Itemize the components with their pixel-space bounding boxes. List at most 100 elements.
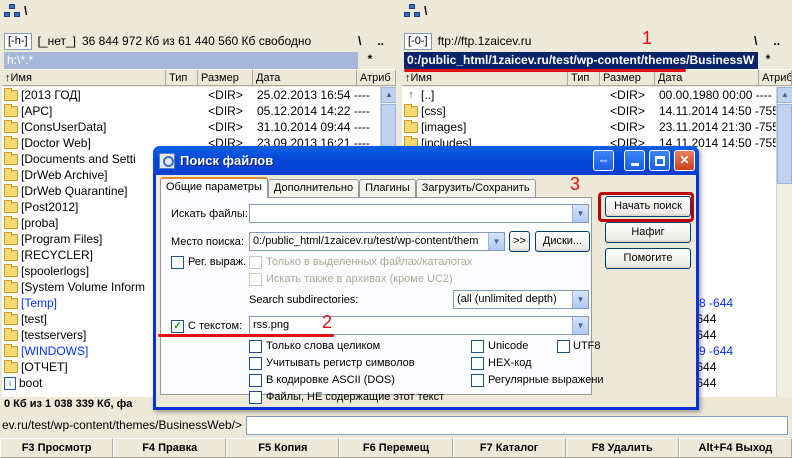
folder-icon bbox=[4, 88, 18, 101]
left-filter-star[interactable]: * bbox=[362, 52, 378, 66]
archives-checkbox[interactable] bbox=[249, 273, 262, 286]
help-button[interactable]: Помогите bbox=[605, 248, 691, 269]
right-col-size[interactable]: Размер bbox=[600, 70, 655, 85]
with-text-input[interactable]: rss.png ▼ bbox=[249, 316, 589, 335]
ascii-checkbox[interactable] bbox=[249, 374, 262, 387]
folder-icon bbox=[4, 344, 18, 357]
file-row[interactable]: [images] <DIR> 23.11.2014 21:30 -755 bbox=[402, 119, 776, 135]
file-name-cell: [WINDOWS] bbox=[2, 344, 166, 358]
unicode-checkbox[interactable] bbox=[471, 340, 484, 353]
file-name-cell: [testservers] bbox=[2, 328, 166, 342]
left-col-attr[interactable]: Атриб bbox=[357, 70, 396, 85]
altf4-exit-button[interactable]: Alt+F4 Выход bbox=[678, 438, 792, 458]
file-name-text: [ConsUserData] bbox=[21, 120, 107, 134]
right-col-date[interactable]: Дата bbox=[655, 70, 759, 85]
search-files-label: Искать файлы: bbox=[171, 208, 248, 220]
file-name-text: [Post2012] bbox=[21, 200, 79, 214]
left-col-type[interactable]: Тип bbox=[166, 70, 198, 85]
scroll-up-icon[interactable]: ▲ bbox=[777, 87, 792, 103]
selected-only-checkbox[interactable] bbox=[249, 256, 262, 269]
search-in-label: Место поиска: bbox=[171, 236, 244, 248]
utf8-label: UTF8 bbox=[573, 340, 601, 352]
left-free-space: 36 844 972 Кб из 61 440 560 Кб свободно bbox=[81, 34, 312, 48]
right-drive-select[interactable]: [-0-] bbox=[404, 32, 432, 50]
f3-view-button[interactable]: F3 Просмотр bbox=[0, 438, 114, 458]
right-col-type[interactable]: Тип bbox=[568, 70, 600, 85]
right-root-button[interactable]: \ bbox=[754, 34, 757, 48]
subdirs-select[interactable]: (all (unlimited depth) ▼ bbox=[453, 290, 589, 309]
case-checkbox[interactable] bbox=[249, 357, 262, 370]
right-current-path[interactable]: 0:/public_html/1zaicev.ru/test/wp-conten… bbox=[404, 52, 758, 69]
folder-icon bbox=[4, 280, 18, 293]
right-col-attr[interactable]: Атриб bbox=[759, 70, 792, 85]
whole-words-checkbox[interactable] bbox=[249, 340, 262, 353]
file-name-text: boot bbox=[19, 376, 43, 390]
left-up-button[interactable]: .. bbox=[377, 34, 384, 48]
minimize-icon[interactable] bbox=[624, 150, 645, 171]
chevron-down-icon[interactable]: ▼ bbox=[572, 291, 588, 308]
window-controls: ⇔ ✕ bbox=[593, 150, 695, 171]
drives-button[interactable]: Диски... bbox=[535, 231, 590, 252]
tab-advanced[interactable]: Дополнительно bbox=[267, 179, 360, 198]
file-name-text: [DrWeb Archive] bbox=[21, 168, 108, 182]
scroll-up-icon[interactable]: ▲ bbox=[381, 87, 396, 103]
right-filter-star[interactable]: * bbox=[760, 52, 776, 66]
utf8-checkbox[interactable] bbox=[557, 340, 570, 353]
file-row[interactable]: ↑ [..] <DIR> 00.00.1980 00:00 ---- bbox=[402, 87, 776, 103]
file-row[interactable]: [APC] <DIR> 05.12.2014 14:22 ---- bbox=[2, 103, 380, 119]
subdirs-label: Search subdirectories: bbox=[249, 294, 359, 306]
folder-icon bbox=[4, 264, 18, 277]
cancel-button[interactable]: Нафиг bbox=[605, 222, 691, 243]
resize-arrows-icon[interactable]: ⇔ bbox=[593, 150, 614, 171]
maximize-icon[interactable] bbox=[649, 150, 670, 171]
f8-delete-button[interactable]: F8 Удалить bbox=[565, 438, 679, 458]
file-row[interactable]: [ConsUserData] <DIR> 31.10.2014 09:44 ---- bbox=[2, 119, 380, 135]
left-root-button[interactable]: \ bbox=[358, 34, 361, 48]
file-name-text: [proba] bbox=[21, 216, 59, 230]
file-name-cell: [spoolerlogs] bbox=[2, 264, 166, 278]
up-dir-icon: ↑ bbox=[408, 88, 414, 101]
chevron-down-icon[interactable]: ▼ bbox=[572, 317, 588, 334]
chevron-down-icon[interactable]: ▼ bbox=[488, 233, 504, 250]
right-up-button[interactable]: .. bbox=[773, 34, 780, 48]
folder-icon bbox=[4, 328, 18, 341]
selected-only-label: Только в выделенных файлах/каталогах bbox=[266, 256, 473, 268]
regex2-checkbox[interactable] bbox=[471, 374, 484, 387]
regex-checkbox[interactable] bbox=[171, 256, 184, 269]
annotation-number-1: 1 bbox=[642, 28, 653, 48]
file-row[interactable]: [2013 ГОД] <DIR> 25.02.2013 16:54 ---- bbox=[2, 87, 380, 103]
tab-plugins[interactable]: Плагины bbox=[359, 179, 416, 198]
file-name-text: [testservers] bbox=[21, 328, 87, 342]
f6-move-button[interactable]: F6 Перемещ bbox=[339, 438, 453, 458]
command-input[interactable] bbox=[246, 415, 788, 435]
file-name-text: [Doctor Web] bbox=[21, 136, 91, 150]
left-drive-select[interactable]: [-h-] bbox=[4, 32, 32, 50]
tab-general[interactable]: Общие параметры bbox=[160, 177, 268, 198]
hex-checkbox[interactable] bbox=[471, 357, 484, 370]
right-scrollbar[interactable]: ▲ bbox=[776, 87, 792, 397]
right-scroll-thumb[interactable] bbox=[777, 104, 792, 184]
left-col-date[interactable]: Дата bbox=[253, 70, 357, 85]
file-row[interactable]: [css] <DIR> 14.11.2014 14:50 -755 bbox=[402, 103, 776, 119]
right-col-name[interactable]: ↑Имя bbox=[402, 70, 568, 85]
f7-mkdir-button[interactable]: F7 Каталог bbox=[452, 438, 566, 458]
dialog-titlebar[interactable]: Поиск файлов ⇔ ✕ bbox=[153, 146, 699, 175]
file-name-cell: [2013 ГОД] bbox=[2, 88, 166, 102]
file-size-cell: <DIR> bbox=[208, 104, 243, 118]
close-icon[interactable]: ✕ bbox=[674, 150, 695, 171]
chevron-down-icon[interactable]: ▼ bbox=[572, 205, 588, 222]
search-files-input[interactable]: ▼ bbox=[249, 204, 589, 223]
browse-button[interactable]: >> bbox=[509, 231, 530, 252]
with-text-checkbox[interactable]: ✓ bbox=[171, 320, 184, 333]
left-col-name[interactable]: ↑Имя bbox=[2, 70, 166, 85]
file-name-cell: [proba] bbox=[2, 216, 166, 230]
find-files-dialog: Поиск файлов ⇔ ✕ Общие параметры Дополни… bbox=[153, 146, 699, 410]
annotation-frame-start bbox=[598, 192, 694, 222]
f4-edit-button[interactable]: F4 Правка bbox=[113, 438, 227, 458]
left-current-path[interactable]: h:\*.* bbox=[4, 52, 358, 69]
tab-load-save[interactable]: Загрузить/Сохранить bbox=[415, 179, 536, 198]
left-col-size[interactable]: Размер bbox=[198, 70, 253, 85]
f5-copy-button[interactable]: F5 Копия bbox=[226, 438, 340, 458]
not-containing-checkbox[interactable] bbox=[249, 391, 262, 404]
search-in-input[interactable]: 0:/public_html/1zaicev.ru/test/wp-conten… bbox=[249, 232, 505, 251]
